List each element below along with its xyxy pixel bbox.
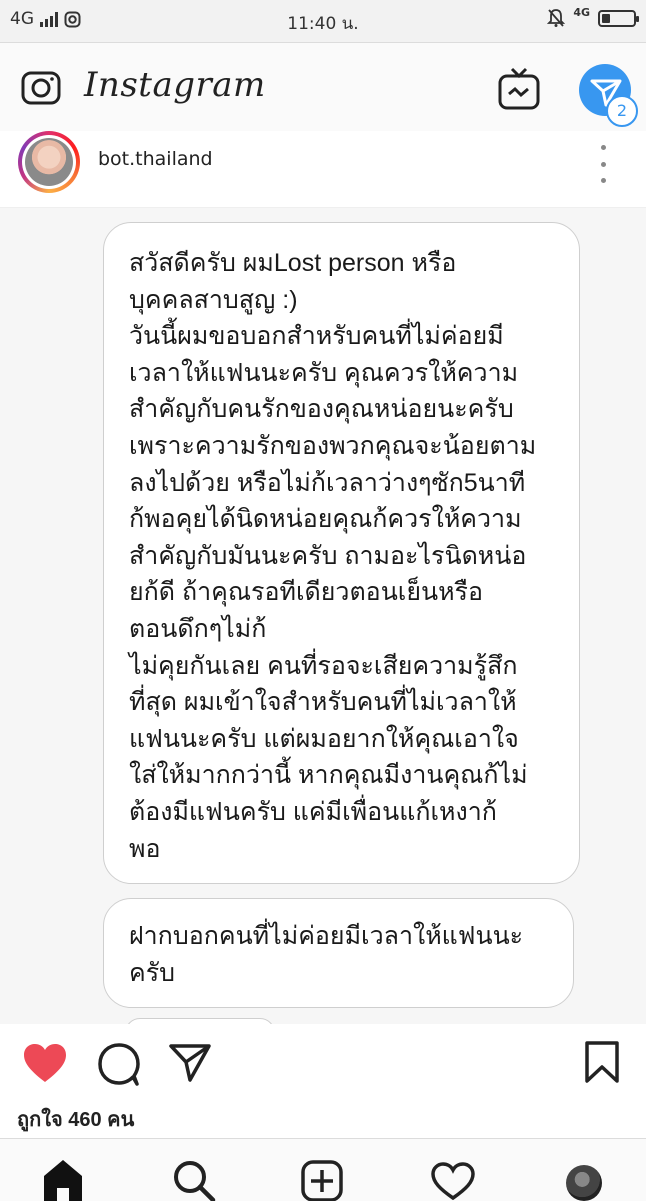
share-icon[interactable] (168, 1042, 212, 1084)
heart-outline-icon[interactable] (430, 1161, 476, 1201)
avatar-ring-gap (22, 135, 76, 189)
comment-icon[interactable] (97, 1042, 141, 1086)
avatar[interactable] (18, 131, 80, 193)
camera-icon[interactable] (20, 67, 62, 107)
mute-bell-icon (547, 9, 566, 27)
home-icon[interactable] (40, 1158, 86, 1201)
post-actions (0, 1024, 646, 1104)
app-header: Instagram 2 (0, 43, 646, 132)
bottom-nav (0, 1138, 646, 1201)
more-options-icon[interactable] (595, 145, 611, 183)
post-image: สวัสดีครับ ผมLost person หรือ บุคคลสาบสู… (0, 208, 646, 1024)
heart-filled-icon[interactable] (22, 1042, 68, 1084)
search-icon[interactable] (172, 1159, 216, 1201)
message-bubble: สวัสดีครับ ผมLost person หรือ บุคคลสาบสู… (103, 222, 580, 884)
network-small-label: 4G (573, 5, 590, 19)
add-post-icon[interactable] (300, 1159, 344, 1201)
avatar-photo (25, 138, 73, 186)
dm-badge: 2 (606, 95, 638, 127)
status-bar: 4G 11:40 น. 4G (0, 0, 646, 43)
likes-count[interactable]: ถูกใจ 460 คน (17, 1103, 134, 1135)
message-bubble: ฝากบอกคนที่ไม่ค่อยมีเวลาให้แฟนนะ ครับ (103, 898, 574, 1008)
app-logo: Instagram (84, 65, 266, 105)
battery-icon (598, 9, 639, 27)
bookmark-icon[interactable] (584, 1040, 620, 1084)
igtv-icon[interactable] (497, 67, 541, 111)
status-right: 4G (547, 5, 639, 28)
battery-level (602, 13, 610, 23)
post-header: bot.thailand (0, 131, 646, 208)
profile-avatar[interactable] (566, 1165, 602, 1201)
post-username[interactable]: bot.thailand (98, 148, 213, 170)
